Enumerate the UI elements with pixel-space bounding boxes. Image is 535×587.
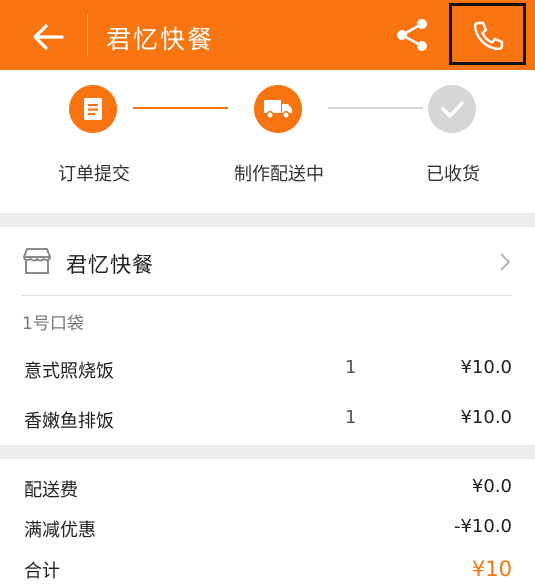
shop-row[interactable]: 君忆快餐 xyxy=(0,227,535,296)
step-connector-2 xyxy=(328,107,423,109)
item-quantity: 1 xyxy=(345,357,357,378)
arrow-left-icon[interactable] xyxy=(30,19,66,55)
order-item: 香嫩鱼排饭 1 ¥10.0 xyxy=(0,407,535,437)
page-title: 君忆快餐 xyxy=(106,25,215,54)
order-progress: 订单提交 制作配送中 已收货 xyxy=(0,70,535,213)
check-icon xyxy=(441,101,464,118)
step-connector-1 xyxy=(133,107,228,109)
delivery-fee-row: 配送费 ¥0.0 xyxy=(0,476,535,506)
fee-label: 配送费 xyxy=(24,480,78,501)
step-3-label: 已收货 xyxy=(426,164,480,185)
item-name: 意式照烧饭 xyxy=(24,361,114,382)
share-icon[interactable] xyxy=(395,17,429,53)
divider xyxy=(22,295,512,296)
section-gap xyxy=(0,213,535,227)
step-3-indicator xyxy=(428,85,476,133)
total-row: 合计 ¥10 xyxy=(0,557,535,587)
header-divider xyxy=(87,14,88,56)
item-quantity: 1 xyxy=(345,407,357,428)
chevron-right-icon xyxy=(500,253,511,271)
shop-name: 君忆快餐 xyxy=(66,253,154,277)
discount-row: 满减优惠 -¥10.0 xyxy=(0,516,535,546)
discount-value: -¥10.0 xyxy=(453,516,512,537)
bag-label: 1号口袋 xyxy=(22,314,84,334)
discount-label: 满减优惠 xyxy=(24,520,96,541)
order-item: 意式照烧饭 1 ¥10.0 xyxy=(0,357,535,387)
truck-icon xyxy=(264,100,292,119)
total-value: ¥10 xyxy=(471,557,512,581)
store-icon xyxy=(23,248,51,274)
total-label: 合计 xyxy=(24,561,60,582)
step-2-indicator xyxy=(254,85,302,133)
step-1-label: 订单提交 xyxy=(58,164,130,185)
section-gap xyxy=(0,445,535,459)
step-1-indicator xyxy=(69,85,117,133)
call-button[interactable] xyxy=(449,3,526,65)
item-name: 香嫩鱼排饭 xyxy=(24,411,114,432)
item-price: ¥10.0 xyxy=(460,407,512,428)
fee-value: ¥0.0 xyxy=(471,476,512,497)
item-price: ¥10.0 xyxy=(460,357,512,378)
document-icon xyxy=(84,98,102,120)
app-bar: 君忆快餐 xyxy=(0,0,535,70)
step-2-label: 制作配送中 xyxy=(234,164,324,185)
phone-icon xyxy=(473,21,504,50)
